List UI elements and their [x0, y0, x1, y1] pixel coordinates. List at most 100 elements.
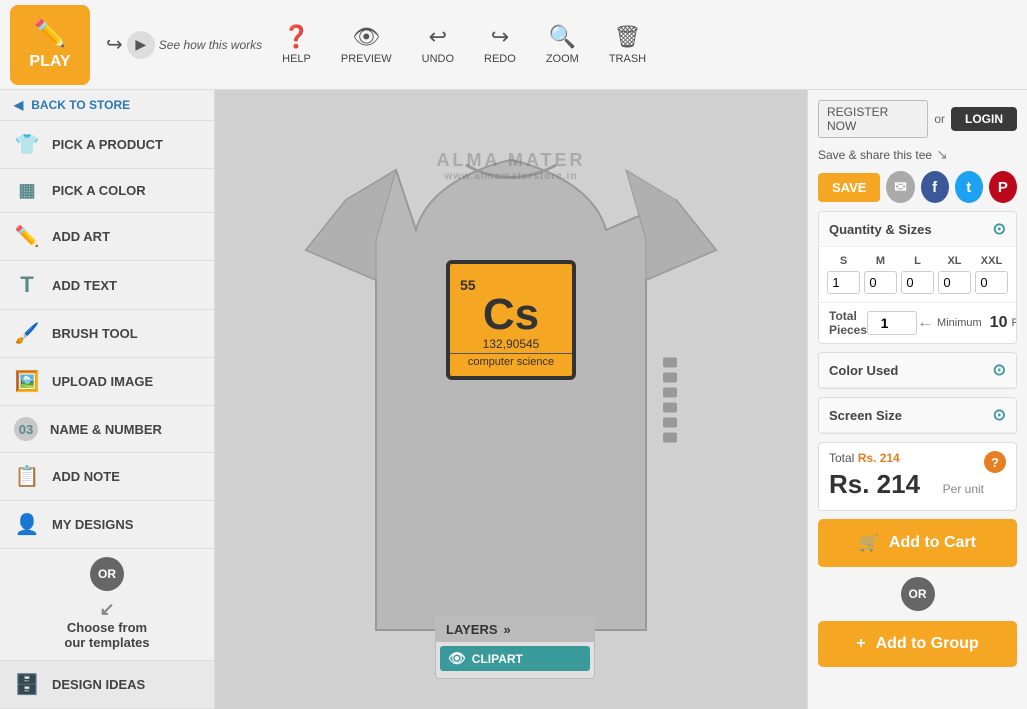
choose-templates-link[interactable]: ↙ Choose fromour templates [0, 593, 214, 661]
zoom-label: ZOOM [546, 53, 579, 65]
total-label: Total [829, 451, 858, 465]
play-button[interactable]: ✏️ PLAY [10, 5, 90, 85]
price-area: Total Rs. 214 ? Rs. 214 Per unit [818, 442, 1017, 511]
pick-color-label: PICK A COLOR [52, 183, 146, 198]
or-circle-right: OR [901, 577, 935, 611]
resize-handle-3[interactable] [663, 387, 677, 397]
price-help-icon[interactable]: ? [984, 451, 1006, 473]
back-to-store-link[interactable]: ◀ BACK TO STORE [0, 90, 214, 121]
sidebar-item-my-designs[interactable]: 👤 MY DESIGNS [0, 501, 214, 549]
sidebar-item-brush-tool[interactable]: 🖌️ BRUSH TOOL [0, 310, 214, 358]
size-xl-label: XL [938, 255, 971, 267]
undo-label: UNDO [422, 53, 454, 65]
preview-icon: 👁 [352, 24, 380, 50]
cart-icon: 🛒 [859, 533, 879, 553]
resize-handle-4[interactable] [663, 402, 677, 412]
save-share-arrow-icon: ↘ [936, 146, 948, 163]
sidebar-item-pick-product[interactable]: 👕 PICK A PRODUCT [0, 121, 214, 169]
save-share-row: Save & share this tee ↘ [818, 146, 1017, 163]
size-m-input[interactable] [864, 271, 897, 294]
preview-button[interactable]: 👁 PREVIEW [331, 20, 402, 69]
sidebar: ◀ BACK TO STORE 👕 PICK A PRODUCT ▦ PICK … [0, 90, 215, 709]
help-button[interactable]: ❓ HELP [272, 20, 321, 69]
total-row: TotalPieces ← Minimum 10 Pieces [819, 302, 1016, 343]
login-button[interactable]: LOGIN [951, 107, 1017, 131]
quantity-sizes-label: Quantity & Sizes [829, 222, 932, 237]
templates-arrow-icon: ↙ [10, 599, 204, 620]
pick-product-label: PICK A PRODUCT [52, 137, 163, 152]
art-icon: ✏️ [14, 224, 40, 249]
facebook-share-button[interactable]: f [921, 171, 949, 203]
sidebar-item-upload-image[interactable]: 🖼️ UPLOAD IMAGE [0, 358, 214, 406]
size-l-input[interactable] [901, 271, 934, 294]
size-grid: S M L XL XXL [819, 247, 1016, 302]
layer-eye-icon: 👁 [448, 650, 466, 667]
color-used-header[interactable]: Color Used ⊙ [819, 353, 1016, 388]
or-circle: OR [90, 557, 124, 591]
zoom-icon: 🔍 [549, 24, 576, 50]
sidebar-item-pick-color[interactable]: ▦ PICK A COLOR [0, 169, 214, 213]
back-arrow-icon: ◀ [14, 98, 23, 112]
upload-image-label: UPLOAD IMAGE [52, 374, 153, 389]
element-number: 55 [460, 277, 476, 293]
resize-handle-5[interactable] [663, 417, 677, 427]
trash-label: TRASH [609, 53, 646, 65]
text-icon: T [14, 272, 40, 298]
choose-templates-label: Choose fromour templates [64, 620, 149, 650]
min-pieces: ← Minimum 10 Pieces [917, 314, 1017, 332]
screen-size-chevron-icon: ⊙ [993, 405, 1006, 425]
total-pieces-input[interactable] [867, 311, 917, 335]
element-name: computer science [450, 353, 572, 368]
sidebar-item-design-ideas[interactable]: 🗄️ DESIGN IDEAS [0, 661, 214, 709]
save-button[interactable]: SAVE [818, 173, 880, 202]
right-panel: REGISTER NOW or LOGIN Save & share this … [807, 90, 1027, 709]
add-to-cart-button[interactable]: 🛒 Add to Cart [818, 519, 1017, 567]
quantity-sizes-header[interactable]: Quantity & Sizes ⊙ [819, 212, 1016, 247]
twitter-share-button[interactable]: t [955, 171, 983, 203]
add-to-cart-label: Add to Cart [889, 534, 976, 552]
sidebar-item-add-note[interactable]: 📋 ADD NOTE [0, 453, 214, 501]
redo-icon: ↪ [491, 24, 509, 50]
resize-handle-1[interactable] [663, 357, 677, 367]
screen-size-header[interactable]: Screen Size ⊙ [819, 398, 1016, 433]
layers-expand-icon[interactable]: » [504, 622, 511, 637]
how-it-works-link[interactable]: ↪ ▶ See how this works [106, 31, 262, 59]
email-share-button[interactable]: ✉ [886, 171, 914, 203]
size-s-input[interactable] [827, 271, 860, 294]
video-icon: ▶ [127, 31, 155, 59]
sidebar-item-add-text[interactable]: T ADD TEXT [0, 261, 214, 310]
note-icon: 📋 [14, 464, 40, 489]
pinterest-share-button[interactable]: P [989, 171, 1017, 203]
sidebar-item-add-art[interactable]: ✏️ ADD ART [0, 213, 214, 261]
min-label: Minimum [937, 317, 982, 329]
undo-button[interactable]: ↩ UNDO [412, 20, 464, 69]
watermark-line2: www.almamaterstore.in [437, 171, 586, 182]
color-used-label: Color Used [829, 363, 898, 378]
size-xl-input[interactable] [938, 271, 971, 294]
size-xxl-input[interactable] [975, 271, 1008, 294]
layer-clipart[interactable]: 👁 CLIPART [440, 646, 590, 671]
resize-handle-6[interactable] [663, 432, 677, 442]
tshirt-svg [296, 140, 726, 660]
clipart-element[interactable]: 55 Cs 132,90545 computer science [446, 260, 576, 380]
zoom-button[interactable]: 🔍 ZOOM [536, 20, 589, 69]
resize-handle-2[interactable] [663, 372, 677, 382]
help-icon: ❓ [283, 24, 310, 50]
pieces-label: Pieces [1011, 317, 1017, 329]
play-label: PLAY [29, 53, 70, 71]
big-price: Rs. 214 [829, 469, 920, 500]
sidebar-item-name-number[interactable]: 03 NAME & NUMBER [0, 406, 214, 453]
layers-label: LAYERS [446, 622, 498, 637]
quantity-chevron-icon: ⊙ [993, 219, 1006, 239]
quantity-sizes-section: Quantity & Sizes ⊙ S M L XL XXL TotalPie… [818, 211, 1017, 344]
add-to-group-button[interactable]: + Add to Group [818, 621, 1017, 667]
element-symbol: Cs [483, 293, 539, 337]
total-pieces-label: TotalPieces [829, 309, 867, 337]
trash-button[interactable]: 🗑 TRASH [599, 20, 656, 69]
register-link[interactable]: REGISTER NOW [818, 100, 928, 138]
redo-button[interactable]: ↪ REDO [474, 20, 526, 69]
watermark-line1: ALMA MATER [437, 150, 586, 171]
how-it-works-label: See how this works [159, 38, 262, 52]
size-l-label: L [901, 255, 934, 267]
color-used-chevron-icon: ⊙ [993, 360, 1006, 380]
